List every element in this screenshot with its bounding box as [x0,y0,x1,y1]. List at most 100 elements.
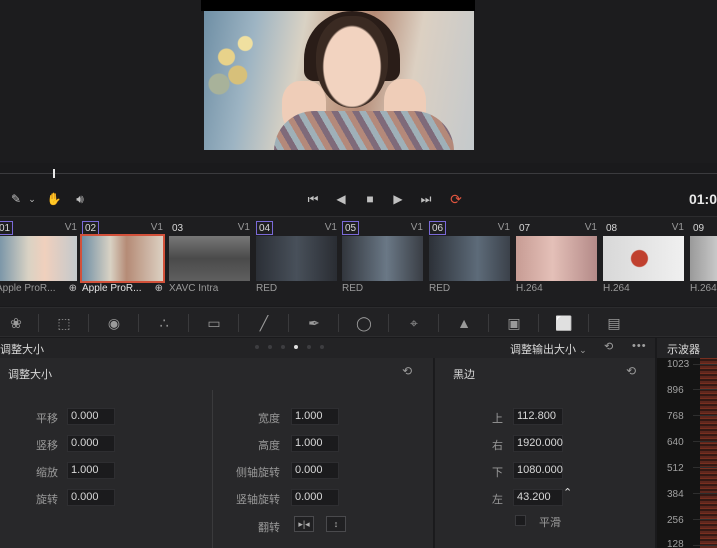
reverse-play-icon[interactable]: ◀︎ [331,189,351,209]
viewer-letterbox [201,0,475,11]
blank-right-label: 右 [492,440,503,452]
scope-tick: 768 [667,411,684,422]
blank-bottom-field[interactable]: 1080.000 [513,462,563,479]
sizing-icon[interactable]: ⬜ [550,312,578,334]
color-match-icon[interactable]: ⬚ [50,312,78,334]
reset-icon[interactable]: ⟲ [604,340,613,353]
qualifier-icon[interactable]: ✒ [300,312,328,334]
clip-track: V1 [671,222,684,233]
panel-title: 调整大小 [0,344,44,356]
3d-icon[interactable]: ▤ [600,312,628,334]
chevron-up-icon[interactable]: ⌃ [563,486,572,499]
clip-item-selected[interactable]: 02 V1 Apple ProR... ⊕ [80,219,167,303]
zoom-field[interactable]: 1.000 [67,462,115,479]
sizing-panel: 调整大小 ⟲ 平移 0.000 竖移 0.000 缩放 1.000 旋转 0.0… [0,358,433,548]
viewer [0,0,717,163]
link-icon: ⊕ [154,283,163,294]
zoom-label: 缩放 [36,467,58,479]
page-dot[interactable] [268,345,272,349]
reset-icon[interactable]: ⟲ [626,364,636,378]
clip-codec: H.264 [603,283,630,294]
clip-item[interactable]: 05 V1 RED [342,219,427,303]
clip-codec: RED [256,283,278,294]
clip-thumbnail [0,236,77,281]
sizing-mode-select[interactable]: 调整输出大小 ⌄ [510,341,587,357]
scope-header: 示波器 [657,338,717,358]
flip-vertical-button[interactable]: ↕ [326,516,346,532]
section-divider [212,390,213,548]
clip-item[interactable]: 03 V1 XAVC Intra [169,219,254,303]
play-icon[interactable]: ▶︎ [388,189,408,209]
clip-item[interactable]: 04 V1 RED [256,219,341,303]
rotate-field[interactable]: 0.000 [67,489,115,506]
scope-tick: 512 [667,463,684,474]
camera-raw-icon[interactable]: ❀ [2,312,30,334]
stop-icon[interactable]: ■ [360,189,380,209]
waveform-scope: 1023 896 768 640 512 384 256 128 [657,358,717,548]
clip-codec: H.264 [690,283,717,294]
color-wheels-icon[interactable]: ◉ [100,312,128,334]
page-dot[interactable] [320,345,324,349]
window-icon[interactable]: ◯ [350,312,378,334]
clip-number: 02 [82,221,100,235]
pitch-field[interactable]: 0.000 [291,462,339,479]
rgb-mixer-icon[interactable]: ∴ [150,312,178,334]
viewer-image [204,11,474,150]
blur-icon[interactable]: ▲ [450,312,478,334]
pan-field[interactable]: 0.000 [67,408,115,425]
smooth-checkbox[interactable] [515,515,526,526]
blank-right-field[interactable]: 1920.000 [513,435,563,452]
clip-item[interactable]: 07 V1 H.264 [516,219,601,303]
clip-number: 04 [256,221,274,235]
clip-strip: 01 V1 Apple ProR... ⊕ 02 V1 Apple ProR..… [0,216,717,306]
speaker-icon[interactable]: 🔊︎ [70,189,90,209]
clip-item[interactable]: 09 H.264 [690,219,717,303]
curves-icon[interactable]: ╱ [250,312,278,334]
width-field[interactable]: 1.000 [291,408,339,425]
clip-item[interactable]: 08 V1 H.264 [603,219,688,303]
scope-tick: 384 [667,489,684,500]
loop-icon[interactable]: ⟳ [446,189,466,209]
clip-codec: RED [429,283,451,294]
clip-number: 08 [606,223,618,234]
link-icon: ⊕ [68,283,77,294]
clip-item[interactable]: 01 V1 Apple ProR... ⊕ [0,219,81,303]
page-dot-active[interactable] [294,345,298,349]
skip-end-icon[interactable]: ⏭︎ [416,189,436,209]
sizing-section-title: 调整大小 [8,369,52,381]
sizing-mode-label: 调整输出大小 [510,344,576,356]
skip-start-icon[interactable]: ⏮︎ [303,189,323,209]
clip-codec: RED [342,283,364,294]
clip-track: V1 [584,222,597,233]
playhead[interactable] [53,169,55,178]
scope-tick: 256 [667,515,684,526]
tracker-icon[interactable]: ⌖ [400,312,428,334]
more-options-icon[interactable]: ••• [632,340,647,352]
blank-left-field[interactable]: 43.200 [513,489,563,506]
blanking-section-title: 黑边 [453,369,475,381]
page-dot[interactable] [255,345,259,349]
scrubber[interactable] [0,169,717,178]
tilt-field[interactable]: 0.000 [67,435,115,452]
clip-item[interactable]: 06 V1 RED [429,219,514,303]
height-field[interactable]: 1.000 [291,435,339,452]
clip-track: V1 [497,222,510,233]
flip-horizontal-button[interactable]: ▸|◂ [294,516,314,532]
page-dot[interactable] [307,345,311,349]
yaw-field[interactable]: 0.000 [291,489,339,506]
motion-effects-icon[interactable]: ▭ [200,312,228,334]
clip-thumbnail [169,236,250,281]
blank-top-field[interactable]: 112.800 [513,408,563,425]
flip-label: 翻转 [258,522,280,534]
reset-icon[interactable]: ⟲ [402,364,412,378]
scope-tick: 128 [667,539,684,548]
page-dot[interactable] [281,345,285,349]
chevron-down-icon[interactable]: ⌄ [22,189,42,209]
key-icon[interactable]: ▣ [500,312,528,334]
clip-thumbnail [690,236,717,281]
hand-icon[interactable]: ✋ [44,189,64,209]
yaw-label: 竖轴旋转 [236,494,280,506]
pitch-label: 侧轴旋转 [236,467,280,479]
clip-codec: XAVC Intra [169,283,219,294]
scope-tick: 640 [667,437,684,448]
